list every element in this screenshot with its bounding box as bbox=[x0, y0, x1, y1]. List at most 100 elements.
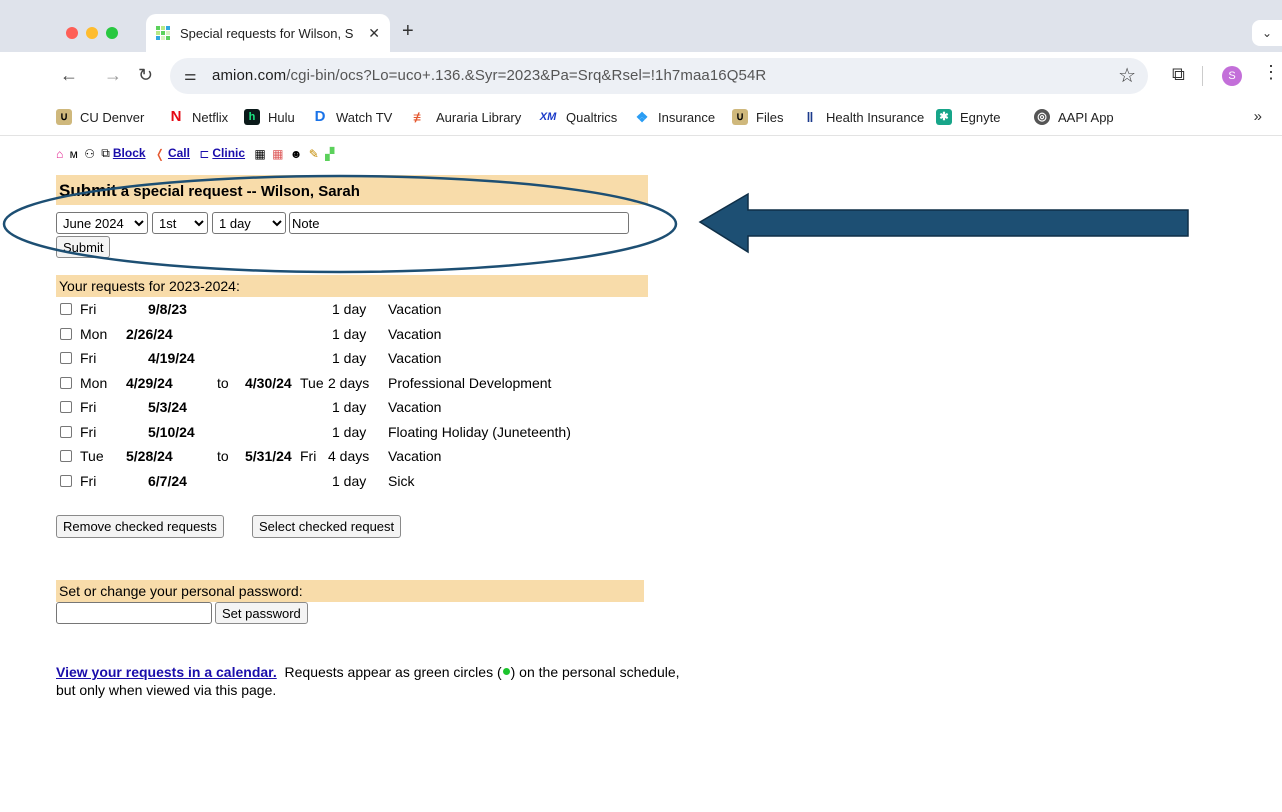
request-checkbox[interactable] bbox=[60, 474, 72, 487]
edit-pencil-icon[interactable]: ✎ bbox=[309, 147, 319, 161]
request-start-date: 5/10/24 bbox=[148, 423, 195, 440]
request-length: 4 days bbox=[328, 448, 370, 464]
files-icon: ∪ bbox=[732, 109, 748, 125]
select-checked-button[interactable]: Select checked request bbox=[252, 515, 402, 538]
view-calendar-link[interactable]: View your requests in a calendar. bbox=[56, 664, 277, 680]
bookmarks-bar: ∪ CU Denver N Netflix h Hulu D Watch TV ≢ Aur… bbox=[0, 100, 1282, 136]
request-type: Sick bbox=[388, 472, 415, 489]
profile-avatar[interactable]: S bbox=[1222, 66, 1242, 86]
set-password-button[interactable]: Set password bbox=[215, 602, 308, 624]
tab-close-icon[interactable]: ✕ bbox=[368, 25, 380, 42]
bookmark-health-insurance[interactable]: ‖ Health Insurance bbox=[802, 109, 925, 125]
note-input[interactable] bbox=[289, 212, 629, 234]
hulu-icon: h bbox=[244, 109, 260, 125]
remove-checked-button[interactable]: Remove checked requests bbox=[56, 515, 224, 538]
bookmark-insurance[interactable]: ❖ Insurance bbox=[634, 109, 715, 125]
tab-strip: Special requests for Wilson, S ✕ + ⌄ bbox=[0, 0, 1282, 52]
zoom-window-button[interactable] bbox=[106, 27, 118, 39]
face-icon[interactable]: ☻ bbox=[290, 147, 303, 161]
calendar-note: View your requests in a calendar. Reques… bbox=[56, 663, 696, 699]
home-icon[interactable]: ⌂ bbox=[56, 147, 63, 161]
length-select[interactable]: 1 day bbox=[212, 212, 286, 234]
binoculars-icon[interactable]: ⚇ bbox=[84, 147, 95, 161]
extensions-icon[interactable]: ⧉ bbox=[1172, 64, 1185, 85]
minimize-window-button[interactable] bbox=[86, 27, 98, 39]
request-checkbox[interactable] bbox=[60, 425, 72, 438]
request-checkbox[interactable] bbox=[60, 401, 72, 413]
bookmark-star-icon[interactable]: ☆ bbox=[1118, 63, 1136, 88]
submit-button[interactable]: Submit bbox=[56, 236, 111, 258]
forward-arrow-icon[interactable]: → bbox=[104, 65, 122, 86]
request-length: 1 day bbox=[332, 301, 367, 317]
request-end-date: 5/31/24 bbox=[245, 448, 292, 464]
request-end-day-of-week: Tue bbox=[300, 374, 324, 391]
request-row: Mon 4/29/24 to 4/30/24 Tue 2 days Professional… bbox=[60, 373, 660, 395]
bookmark-netflix[interactable]: N Netflix bbox=[168, 109, 229, 125]
url-text[interactable]: amion.com/cgi-bin/ocs?Lo=uco+.136.&Syr=2… bbox=[212, 67, 766, 84]
block-schedule-icon[interactable]: ⧉ bbox=[101, 146, 110, 161]
bookmark-auraria-library[interactable]: ≢ Auraria Library bbox=[412, 109, 521, 125]
request-length: 1 day bbox=[332, 423, 367, 440]
people-icon[interactable]: ▦ bbox=[272, 147, 283, 161]
bookmark-files[interactable]: ∪ Files bbox=[732, 109, 783, 125]
site-settings-icon[interactable]: ⚌ bbox=[184, 67, 197, 84]
submit-title-lead: Submit bbox=[59, 181, 117, 200]
request-day-of-week: Fri bbox=[80, 301, 97, 317]
request-row: Fri 9/8/23 1 day Vacation bbox=[60, 299, 660, 321]
block-link[interactable]: Block bbox=[113, 146, 146, 160]
bookmark-qualtrics[interactable]: XM Qualtrics bbox=[538, 109, 618, 125]
request-row: Tue 5/28/24 to 5/31/24 Fri 4 days Vacation bbox=[60, 446, 660, 468]
request-length: 1 day bbox=[332, 472, 367, 489]
close-window-button[interactable] bbox=[66, 27, 78, 39]
request-checkbox[interactable] bbox=[60, 327, 72, 340]
request-day-of-week: Fri bbox=[80, 399, 97, 415]
more-menu-icon[interactable]: ⋮ bbox=[1262, 62, 1280, 83]
request-start-date: 6/7/24 bbox=[148, 472, 187, 489]
request-type: Vacation bbox=[388, 325, 442, 342]
address-bar[interactable]: ⚌ amion.com/cgi-bin/ocs?Lo=uco+.136.&Syr… bbox=[170, 58, 1148, 94]
amion-nav-row: ⌂ ᴍ ⚇ ⧉ Block ❬ Call ⊏ Clinic ▦ ▦ ☻ ✎ ▞ bbox=[56, 146, 337, 161]
toolbar-divider bbox=[1202, 66, 1203, 86]
amion-favicon-icon bbox=[156, 26, 170, 40]
bookmark-hulu[interactable]: h Hulu bbox=[244, 109, 295, 125]
binoculars-small-icon[interactable]: ᴍ bbox=[70, 147, 78, 161]
call-icon[interactable]: ❬ bbox=[155, 147, 165, 161]
active-tab[interactable]: Special requests for Wilson, S ✕ bbox=[146, 14, 390, 52]
request-row: Fri 5/3/24 1 day Vacation bbox=[60, 397, 660, 419]
request-type: Professional Development bbox=[388, 374, 552, 391]
health-insurance-icon: ‖ bbox=[806, 109, 814, 125]
request-start-date: 4/29/24 bbox=[126, 374, 173, 391]
bookmark-watch-tv[interactable]: D Watch TV bbox=[312, 109, 393, 125]
request-type: Vacation bbox=[388, 350, 442, 366]
requests-header: Your requests for 2023-2024: bbox=[56, 275, 648, 297]
request-start-date: 2/26/24 bbox=[126, 325, 173, 342]
request-start-date: 5/3/24 bbox=[148, 399, 187, 415]
amion-logo-icon[interactable]: ▞ bbox=[325, 147, 334, 161]
calendar-icon[interactable]: ▦ bbox=[254, 147, 265, 161]
request-checkbox[interactable] bbox=[60, 376, 72, 389]
tab-search-chevron-icon[interactable]: ⌄ bbox=[1252, 20, 1282, 46]
request-type: Vacation bbox=[388, 399, 442, 415]
request-checkbox[interactable] bbox=[60, 450, 72, 462]
page-content: ⌂ ᴍ ⚇ ⧉ Block ❬ Call ⊏ Clinic ▦ ▦ ☻ ✎ ▞ Sub… bbox=[0, 137, 1282, 812]
password-input[interactable] bbox=[56, 602, 212, 624]
day-select[interactable]: 1st bbox=[152, 212, 208, 234]
request-length: 1 day bbox=[332, 325, 367, 342]
clinic-link[interactable]: Clinic bbox=[212, 146, 245, 160]
more-bookmarks-icon[interactable]: » bbox=[1254, 108, 1262, 125]
request-length: 2 days bbox=[328, 374, 370, 391]
back-arrow-icon[interactable]: ← bbox=[60, 65, 78, 86]
request-checkbox[interactable] bbox=[60, 303, 72, 315]
request-type: Vacation bbox=[388, 448, 442, 464]
call-link[interactable]: Call bbox=[168, 146, 190, 160]
egnyte-icon: ✱ bbox=[936, 109, 952, 125]
bookmark-egnyte[interactable]: ✱ Egnyte bbox=[936, 109, 1000, 125]
clinic-icon[interactable]: ⊏ bbox=[199, 147, 209, 161]
request-checkbox[interactable] bbox=[60, 352, 72, 364]
month-select[interactable]: June 2024 bbox=[56, 212, 148, 234]
bookmark-cu-denver[interactable]: ∪ CU Denver bbox=[56, 109, 144, 125]
request-day-of-week: Fri bbox=[80, 423, 97, 440]
reload-icon[interactable]: ↻ bbox=[138, 65, 153, 86]
bookmark-aapi-app[interactable]: ◎ AAPI App bbox=[1034, 109, 1114, 125]
new-tab-button[interactable]: + bbox=[402, 20, 414, 43]
